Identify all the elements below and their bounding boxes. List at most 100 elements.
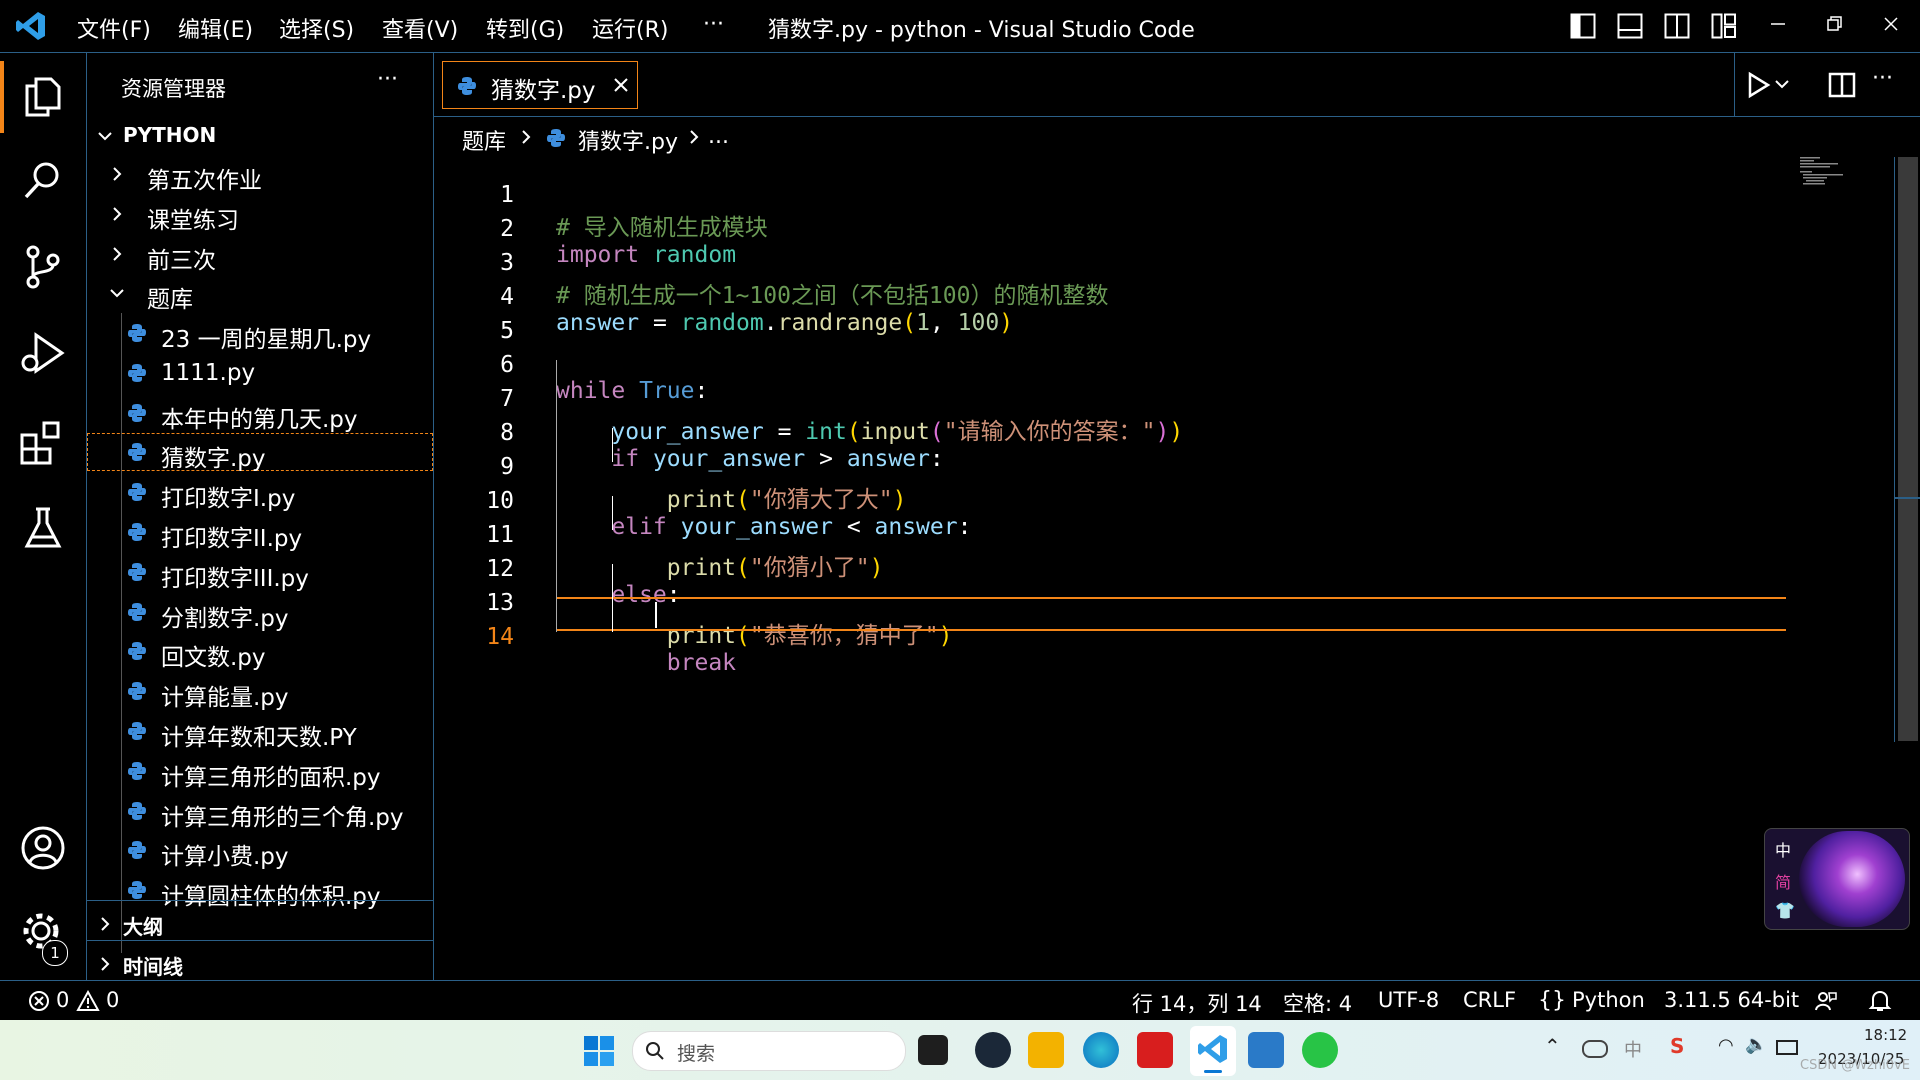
code-editor[interactable]: 1 # 导入随机生成模块 2 import random 3 # 随机生成一个1… xyxy=(434,155,1854,715)
folder-item[interactable]: 第五次作业 xyxy=(87,155,433,194)
minimap[interactable] xyxy=(1800,157,1848,187)
file-item[interactable]: 计算圆柱体的体积.py xyxy=(87,871,433,910)
file-label: 计算三角形的三个角.py xyxy=(161,804,404,831)
language-braces-icon[interactable]: {} xyxy=(1538,988,1566,1013)
cursor-position[interactable]: 行 14，列 14 xyxy=(1132,988,1262,1018)
window-title: 猜数字.py - python - Visual Studio Code xyxy=(768,18,1195,43)
tray-overflow-icon[interactable]: ⌃ xyxy=(1544,1034,1561,1058)
python-interpreter[interactable]: 3.11.5 64-bit xyxy=(1664,988,1799,1012)
warning-count[interactable]: 0 xyxy=(106,988,119,1012)
file-item[interactable]: 计算小费.py xyxy=(87,831,433,870)
search-icon[interactable] xyxy=(18,155,68,205)
menu-selection[interactable]: 选择(S) xyxy=(279,12,354,44)
file-item[interactable]: 计算三角形的三个角.py xyxy=(87,792,433,831)
file-item[interactable]: 分割数字.py xyxy=(87,593,433,632)
file-item[interactable]: 1111.py xyxy=(87,354,433,392)
customize-layout-icon[interactable] xyxy=(1711,13,1737,39)
file-item[interactable]: 打印数字II.py xyxy=(87,513,433,552)
tray-ime-lang[interactable]: 中 xyxy=(1624,1036,1642,1062)
python-file-icon xyxy=(128,602,146,621)
battery-icon[interactable] xyxy=(1776,1040,1798,1055)
file-item[interactable]: 本年中的第几天.py xyxy=(87,394,433,433)
testing-flask-icon[interactable] xyxy=(18,503,68,553)
steam-icon[interactable] xyxy=(975,1032,1011,1068)
breadcrumb-folder[interactable]: 题库 xyxy=(462,124,506,156)
code-line: 1 # 导入随机生成模块 xyxy=(434,156,1814,241)
vscode-taskbar-active[interactable] xyxy=(1190,1026,1236,1076)
volume-icon[interactable]: 🔈 xyxy=(1745,1034,1767,1055)
extensions-icon[interactable] xyxy=(18,417,68,467)
menu-more[interactable]: ··· xyxy=(703,12,724,37)
netease-music-icon[interactable] xyxy=(1137,1032,1173,1068)
file-explorer-icon[interactable] xyxy=(1028,1032,1064,1068)
file-item[interactable]: 打印数字I.py xyxy=(87,473,433,512)
file-item[interactable]: 打印数字III.py xyxy=(87,553,433,592)
error-icon[interactable] xyxy=(28,990,50,1012)
error-count[interactable]: 0 xyxy=(56,988,69,1012)
menu-go[interactable]: 转到(G) xyxy=(486,12,564,44)
menu-edit[interactable]: 编辑(E) xyxy=(178,12,253,44)
file-item[interactable]: 计算三角形的面积.py xyxy=(87,752,433,791)
edge-browser-icon[interactable] xyxy=(1083,1032,1119,1068)
menu-file[interactable]: 文件(F) xyxy=(77,12,151,44)
toggle-panel-icon[interactable] xyxy=(1617,13,1643,39)
onedrive-icon[interactable] xyxy=(1582,1040,1608,1058)
ime-skin-icon[interactable]: 👕 xyxy=(1775,901,1795,920)
end-of-line[interactable]: CRLF xyxy=(1463,988,1516,1012)
explorer-icon[interactable] xyxy=(18,71,68,121)
wechat-icon[interactable] xyxy=(1302,1032,1338,1068)
run-debug-icon[interactable] xyxy=(18,329,68,379)
task-view-icon[interactable] xyxy=(918,1035,948,1065)
folder-item[interactable]: 课堂练习 xyxy=(87,195,433,234)
close-window-icon[interactable] xyxy=(1881,14,1901,34)
toggle-primary-sidebar-icon[interactable] xyxy=(1570,13,1596,39)
folder-label: 题库 xyxy=(147,287,193,313)
vertical-scrollbar[interactable] xyxy=(1894,157,1920,742)
accounts-icon[interactable] xyxy=(18,823,68,873)
file-item[interactable]: 23 一周的星期几.py xyxy=(87,314,433,353)
explorer-more-button[interactable]: ··· xyxy=(377,67,398,92)
tab-guess-number[interactable]: 猜数字.py xyxy=(442,61,638,109)
feedback-icon[interactable] xyxy=(1814,989,1838,1013)
folder-item[interactable]: 前三次 xyxy=(87,235,433,274)
notifications-bell-icon[interactable] xyxy=(1868,989,1892,1013)
run-python-file-icon[interactable] xyxy=(1748,71,1794,99)
menu-view[interactable]: 查看(V) xyxy=(382,12,458,44)
encoding[interactable]: UTF-8 xyxy=(1378,988,1439,1012)
vscode-logo-icon[interactable] xyxy=(14,9,48,43)
python-file-icon xyxy=(128,562,146,581)
code-line: 2 import random xyxy=(434,190,1814,268)
breadcrumb-symbol[interactable]: ... xyxy=(708,124,729,149)
code-line: 10 elif your_answer < answer: xyxy=(434,462,1814,540)
file-item[interactable]: 计算年数和天数.PY xyxy=(87,712,433,751)
indentation[interactable]: 空格: 4 xyxy=(1283,988,1352,1018)
ime-widget[interactable]: 中 简 👕 xyxy=(1764,828,1910,930)
file-item[interactable]: 回文数.py xyxy=(87,632,433,671)
breadcrumb-file[interactable]: 猜数字.py xyxy=(578,124,678,156)
file-item[interactable]: 计算能量.py xyxy=(87,672,433,711)
outline-section[interactable]: 大纲 xyxy=(87,905,433,943)
clock-time[interactable]: 18:12 xyxy=(1864,1026,1907,1044)
taskbar-search[interactable]: 搜索 xyxy=(632,1031,906,1071)
file-item-active[interactable]: 猜数字.py xyxy=(87,433,433,472)
workspace-root[interactable]: PYTHON xyxy=(87,117,433,155)
toggle-secondary-sidebar-icon[interactable] xyxy=(1664,13,1690,39)
sogou-ime-icon[interactable]: S xyxy=(1670,1034,1684,1058)
timeline-section[interactable]: 时间线 xyxy=(87,945,433,983)
warning-icon[interactable] xyxy=(76,990,100,1012)
scrollbar-thumb[interactable] xyxy=(1898,157,1918,741)
restore-icon[interactable] xyxy=(1824,14,1844,34)
split-editor-icon[interactable] xyxy=(1828,71,1856,99)
ime-mode[interactable]: 简 xyxy=(1775,869,1791,893)
source-control-icon[interactable] xyxy=(18,242,68,292)
windows-start-icon[interactable] xyxy=(584,1036,614,1066)
tab-close-icon[interactable] xyxy=(611,75,631,95)
ime-lang[interactable]: 中 xyxy=(1775,837,1791,861)
folder-item-open[interactable]: 题库 xyxy=(87,274,433,313)
editor-more-button[interactable]: ··· xyxy=(1872,66,1893,91)
menu-run[interactable]: 运行(R) xyxy=(592,12,668,44)
language-mode[interactable]: Python xyxy=(1572,988,1645,1012)
window-app-icon[interactable] xyxy=(1248,1032,1284,1068)
minimize-icon[interactable] xyxy=(1768,14,1788,34)
wifi-icon[interactable]: ◠ xyxy=(1718,1035,1734,1056)
